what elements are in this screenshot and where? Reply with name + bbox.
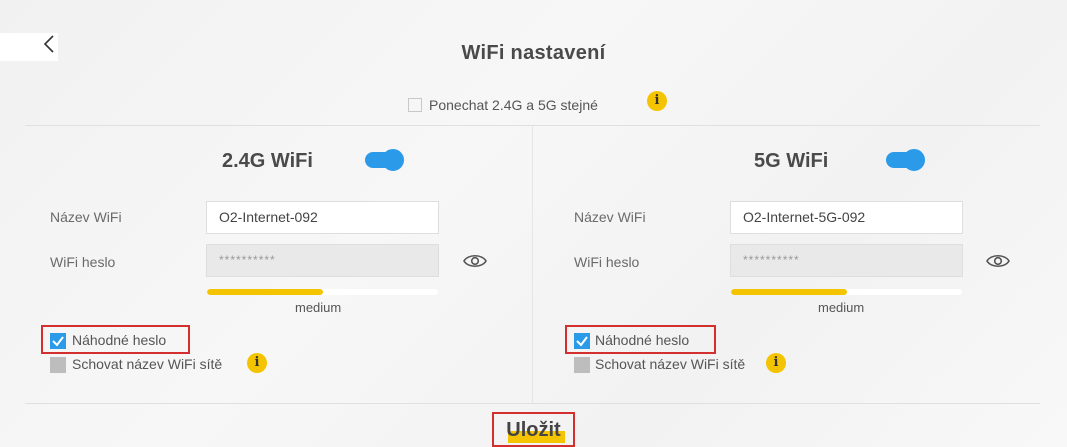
random-password-checkbox-2g[interactable]	[50, 333, 66, 349]
save-button[interactable]	[492, 412, 575, 447]
band-divider	[532, 126, 533, 404]
sync-bands-checkbox[interactable]	[408, 98, 422, 112]
page-title: WiFi nastavení	[461, 42, 606, 64]
hide-ssid-checkbox-2g[interactable]	[50, 357, 66, 373]
strength-text-5g: medium	[818, 300, 865, 315]
wifi-5g-toggle[interactable]	[886, 149, 925, 171]
info-icon[interactable]: i	[766, 353, 786, 373]
sync-bands-label: Ponechat 2.4G a 5G stejné	[429, 97, 598, 113]
info-icon[interactable]: i	[247, 353, 267, 373]
password-input-5g[interactable]: **********	[730, 244, 963, 277]
random-password-checkbox-5g[interactable]	[574, 333, 590, 349]
strength-text-2g: medium	[295, 300, 342, 315]
ssid-input-5g[interactable]: O2-Internet-5G-092	[730, 201, 963, 234]
strength-fill-2g	[207, 289, 323, 295]
ssid-input-2g[interactable]: O2-Internet-092	[206, 201, 439, 234]
strength-fill-5g	[731, 289, 847, 295]
random-password-label-5g: Náhodné heslo	[595, 332, 690, 348]
password-label-2g: WiFi heslo	[50, 254, 116, 270]
info-icon[interactable]: i	[647, 91, 667, 111]
wifi-2g-toggle[interactable]	[365, 149, 404, 171]
band-title-2g: 2.4G WiFi	[222, 150, 313, 172]
show-password-eye-icon-2g[interactable]	[463, 253, 487, 269]
hide-ssid-label-2g: Schovat název WiFi sítě	[72, 356, 223, 372]
random-password-label-2g: Náhodné heslo	[72, 332, 167, 348]
show-password-eye-icon-5g[interactable]	[986, 253, 1010, 269]
strength-bar-5g	[731, 289, 962, 295]
password-label-5g: WiFi heslo	[574, 254, 640, 270]
hide-ssid-checkbox-5g[interactable]	[574, 357, 590, 373]
checkmark-icon	[576, 336, 588, 347]
password-input-2g[interactable]: **********	[206, 244, 439, 277]
hide-ssid-label-5g: Schovat název WiFi sítě	[595, 356, 746, 372]
sync-bands-option[interactable]: Ponechat 2.4G a 5G stejné	[408, 97, 598, 113]
ssid-label-2g: Název WiFi	[50, 209, 122, 225]
band-title-5g: 5G WiFi	[754, 150, 829, 172]
strength-bar-2g	[207, 289, 438, 295]
ssid-label-5g: Název WiFi	[574, 209, 646, 225]
checkmark-icon	[52, 336, 64, 347]
bottom-divider	[25, 403, 1040, 404]
